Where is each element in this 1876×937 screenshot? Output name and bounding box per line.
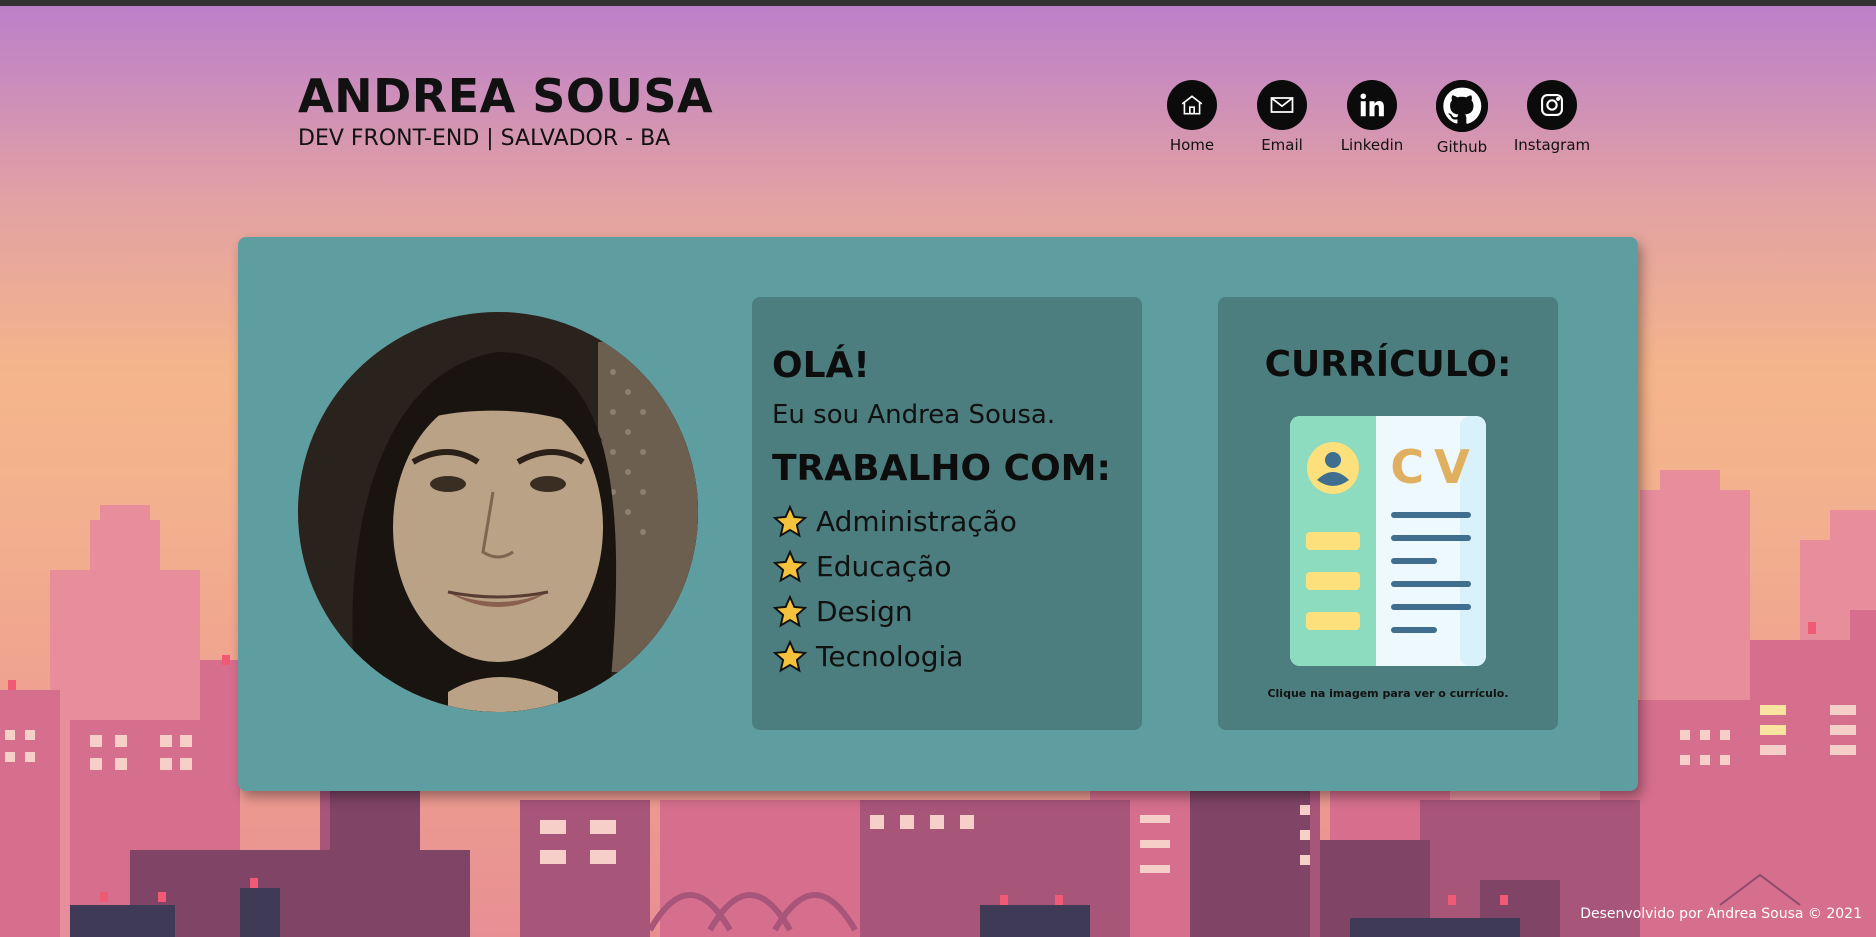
about-card: OLÁ! Eu sou Andrea Sousa. TRABALHO COM: … — [752, 297, 1142, 730]
star-icon — [772, 549, 808, 583]
star-icon — [772, 504, 808, 538]
work-heading: TRABALHO COM: — [772, 448, 1111, 489]
nav-home[interactable]: Home — [1147, 80, 1237, 156]
cv-document-icon[interactable]: CV — [1290, 416, 1486, 666]
nav-linkedin[interactable]: Linkedin — [1327, 80, 1417, 156]
intro-text: Eu sou Andrea Sousa. — [772, 400, 1056, 430]
social-nav: Home Email Linkedin Github Instagram — [1147, 80, 1597, 156]
instagram-icon[interactable] — [1527, 80, 1577, 130]
cv-heading: CURRÍCULO: — [1264, 344, 1512, 385]
skill-label: Educação — [816, 550, 952, 583]
home-icon[interactable] — [1167, 80, 1217, 130]
list-item: Educação — [772, 544, 1122, 589]
main-panel: OLÁ! Eu sou Andrea Sousa. TRABALHO COM: … — [238, 237, 1638, 791]
skills-list: Administração Educação Design Tecnologia — [772, 499, 1122, 679]
skill-label: Tecnologia — [816, 640, 964, 673]
nav-linkedin-label: Linkedin — [1340, 136, 1404, 154]
cv-card: CURRÍCULO: CV Clique na imagem para ver … — [1218, 297, 1558, 730]
nav-github[interactable]: Github — [1417, 80, 1507, 156]
skill-label: Administração — [816, 505, 1017, 538]
footer-credit: Desenvolvido por Andrea Sousa © 2021 — [1580, 906, 1862, 922]
list-item: Tecnologia — [772, 634, 1122, 679]
star-icon — [772, 594, 808, 628]
nav-email[interactable]: Email — [1237, 80, 1327, 156]
list-item: Design — [772, 589, 1122, 634]
site-title: ANDREA SOUSA — [298, 69, 714, 123]
nav-github-label: Github — [1436, 138, 1488, 156]
nav-instagram-label: Instagram — [1513, 136, 1591, 154]
profile-photo — [298, 312, 698, 712]
linkedin-icon[interactable] — [1347, 80, 1397, 130]
nav-email-label: Email — [1261, 136, 1303, 154]
github-icon[interactable] — [1436, 80, 1488, 132]
cv-hint-text: Clique na imagem para ver o currículo. — [1267, 687, 1509, 700]
email-icon[interactable] — [1257, 80, 1307, 130]
star-icon — [772, 639, 808, 673]
site-subtitle: DEV FRONT-END | SALVADOR - BA — [298, 126, 671, 151]
nav-home-label: Home — [1169, 136, 1215, 154]
list-item: Administração — [772, 499, 1122, 544]
nav-instagram[interactable]: Instagram — [1507, 80, 1597, 156]
skill-label: Design — [816, 595, 913, 628]
cv-image-text: CV — [1390, 440, 1479, 494]
site-header: ANDREA SOUSA DEV FRONT-END | SALVADOR - … — [298, 68, 713, 151]
greeting-heading: OLÁ! — [772, 345, 870, 386]
